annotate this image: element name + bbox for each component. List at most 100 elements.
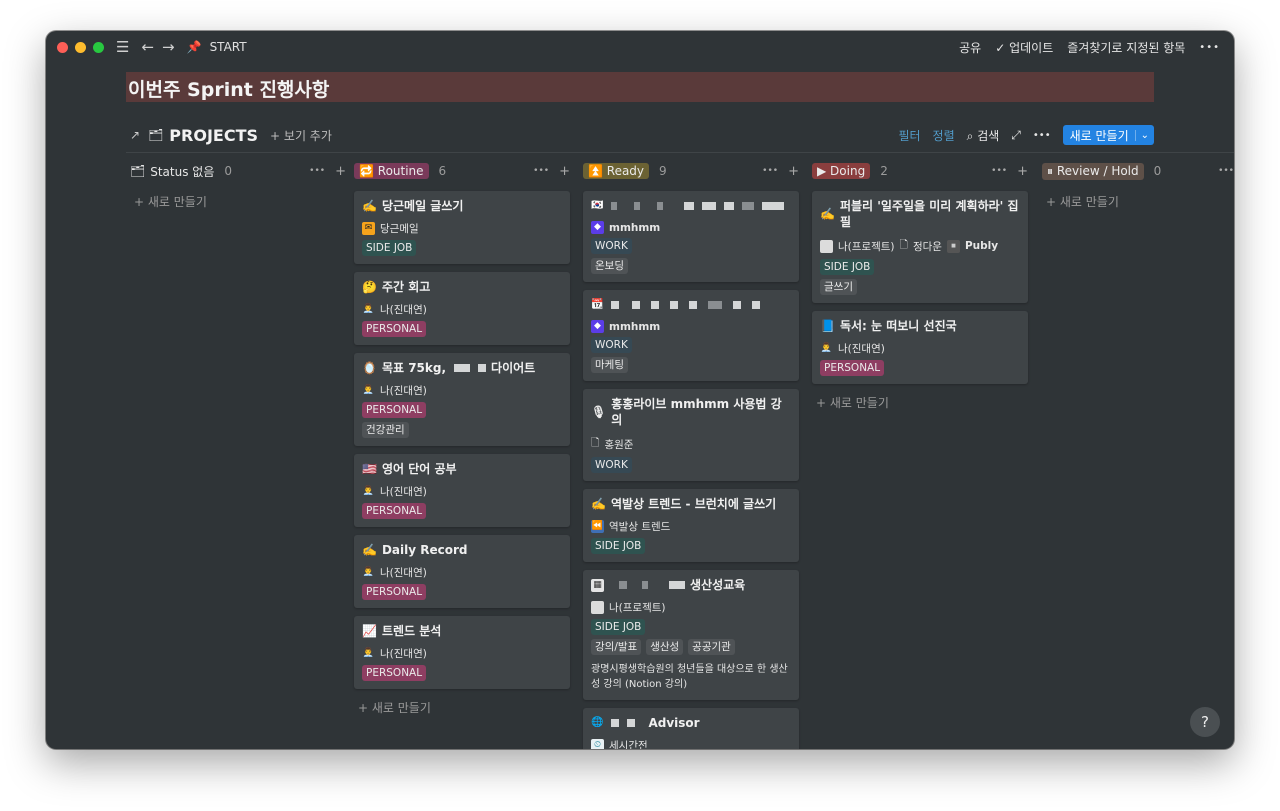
card-tags: PERSONAL [820,360,1020,376]
board-card[interactable]: 📆 ◆ mmhmm WORK 마케팅 [583,290,799,381]
person-label: 나(프로젝트) [609,602,666,614]
board-card[interactable]: 🪞 목표 75kg, 다이어트 👨‍💼 나(진대연) PERSONAL 건강관리 [354,353,570,446]
person-label: Publy [964,240,999,252]
more-options-icon[interactable]: ••• [1199,42,1220,53]
card-title-text: 독서: 눈 떠보니 선진국 [839,319,957,333]
person-label: 나(진대연) [380,304,427,316]
pin-icon: 📌 [186,40,202,54]
close-window-button[interactable] [57,41,68,53]
card-person: ◆ mmhmm [591,320,791,333]
card-title: 🌐 Advisor [591,715,791,731]
app-window: ☰ ← → 📌 START 공유 ✓ 업데이트 즐겨찾기로 지정된 항목 •••… [46,31,1234,749]
tag-productivity: 생산성 [646,639,684,655]
board-card[interactable]: 📈 트렌드 분석 👨‍💼 나(진대연) PERSONAL [354,616,570,689]
card-tags: SIDE JOB [591,619,791,635]
board-card[interactable]: 📘 독서: 눈 떠보니 선진국 👨‍💼 나(진대연) PERSONAL [812,311,1028,384]
column-more-icon[interactable]: ••• [1218,166,1234,176]
zoom-window-button[interactable] [93,41,104,53]
redacted-text [454,364,471,372]
expand-icon[interactable]: ⤢ [1011,128,1021,143]
board-card[interactable]: ▦ 생산성교육 나(프로젝트) SIDE JOB 강의/발표 생산성 공공기관 광… [583,570,799,700]
open-link-arrow-icon[interactable]: ↗ [130,128,140,142]
chevron-down-icon[interactable]: ⌄ [1134,129,1154,141]
carrot-mail-icon: ✉ [362,222,375,235]
column-header[interactable]: ⏸ Review / Hold 0 ••• [1042,159,1234,183]
column-header[interactable]: 🔁 Routine 6 ••• + [354,159,570,183]
board-card[interactable]: 🇺🇸 영어 단어 공부 👨‍💼 나(진대연) PERSONAL [354,454,570,527]
column-header[interactable]: ⏫ Ready 9 ••• + [583,159,799,183]
card-tags: WORK [591,238,791,254]
column-more-icon[interactable]: ••• [991,166,1007,176]
person-label: 나(프로젝트) [838,240,895,253]
share-button[interactable]: 공유 [959,39,981,56]
board-card[interactable]: 🎙 홍홍라이브 mmhmm 사용법 강의 🗋 홍원준 WORK [583,389,799,481]
card-tags-secondary: 글쓰기 [820,279,1020,295]
person-label: 역발상 트렌드 [609,521,671,533]
board-card[interactable]: ✍️ Daily Record 👨‍💼 나(진대연) PERSONAL [354,535,570,608]
search-icon: ⌕ [966,128,974,143]
avatar: 👨‍💼 [362,304,375,314]
tag-personal: PERSONAL [362,321,427,337]
card-title-text: 생산성교육 [690,578,746,592]
card-tags: SIDE JOB [591,538,791,554]
sidebar-toggle-icon[interactable]: ☰ [116,38,129,56]
board-card[interactable]: ✍️ 역발상 트렌드 - 브런치에 글쓰기 ⏪ 역발상 트렌드 SIDE JOB [583,489,799,562]
column-header[interactable]: ▶ Doing 2 ••• + [812,159,1028,183]
new-card-button[interactable]: + 새로 만들기 [812,394,1028,411]
column-header[interactable]: 🗂 Status 없음 0 ••• + [130,159,346,183]
back-arrow-icon[interactable]: ← [141,38,154,56]
new-card-button[interactable]: + 새로 만들기 [130,193,346,210]
window-controls [57,41,104,53]
card-tags: WORK [591,337,791,353]
board-card[interactable]: 🌐 Advisor ⏲ 세시간전 [583,708,799,749]
tag-personal: PERSONAL [362,402,427,418]
card-person: 나(프로젝트) 🗋 정다운 ■ Publy [820,237,1020,255]
filter-button[interactable]: 필터 [898,127,920,144]
column-add-icon[interactable]: + [559,164,570,179]
new-card-button[interactable]: + 새로 만들기 [1042,193,1234,210]
column-title: Routine [377,164,424,178]
card-tags: WORK [591,457,791,473]
page-icon: 🗋 [591,437,600,449]
person-label: mmhmm [609,221,661,234]
board-card[interactable]: 🇰🇷 ◆ mmhmm WORK 온보딩 [583,191,799,282]
writing-icon: ✍️ [362,543,377,557]
favorites-button[interactable]: 즐겨찾기로 지정된 항목 [1067,39,1185,56]
board-column-ready: ⏫ Ready 9 ••• + 🇰🇷 ◆ mmhmm WORK 온보딩 📆 ◆ mmh… [583,159,799,749]
help-button[interactable]: ? [1190,707,1220,737]
board-card[interactable]: 🤔 주간 회고 👨‍💼 나(진대연) PERSONAL [354,272,570,345]
card-person: 👨‍💼 나(진대연) [820,341,1020,356]
add-view-button[interactable]: + 보기 추가 [270,127,332,144]
new-button[interactable]: 새로 만들기 ⌄ [1062,125,1154,145]
avatar: 👨‍💼 [362,648,375,658]
tag-onboarding: 온보딩 [591,258,628,274]
column-add-icon[interactable]: + [1017,164,1028,179]
column-more-icon[interactable]: ••• [533,166,549,176]
tag-work: WORK [591,337,632,353]
column-more-icon[interactable]: ••• [309,166,325,176]
view-options-icon[interactable]: ••• [1033,130,1051,141]
board-card[interactable]: ✍️ 당근메일 글쓰기 ✉ 당근메일 SIDE JOB [354,191,570,264]
status-badge: ▶ Doing [812,163,871,179]
database-title[interactable]: PROJECTS [169,126,258,145]
minimize-window-button[interactable] [75,41,86,53]
card-title-text: 트렌드 분석 [381,624,442,638]
column-add-icon[interactable]: + [788,164,799,179]
person-label: 홍원준 [604,438,634,451]
tag-side-job: SIDE JOB [591,619,646,635]
sort-button[interactable]: 정렬 [933,127,955,144]
page-title[interactable]: START [210,40,247,54]
avatar: 👨‍💼 [362,486,375,496]
logo-icon: ▦ [591,578,604,592]
column-more-icon[interactable]: ••• [762,166,778,176]
tag-writing: 글쓰기 [820,279,857,295]
updates-button[interactable]: ✓ 업데이트 [995,39,1053,56]
board-card[interactable]: ✍️ 퍼블리 '일주일을 미리 계획하라' 집필 나(프로젝트) 🗋 정다운 ■ Pu… [812,191,1028,303]
search-button[interactable]: ⌕ 검색 [967,127,1000,144]
column-add-icon[interactable]: + [335,164,346,179]
book-icon: 📘 [820,319,835,333]
new-card-button[interactable]: + 새로 만들기 [354,699,570,716]
banner-title[interactable]: 이번주 Sprint 진행사항 [128,75,329,102]
forward-arrow-icon[interactable]: → [162,38,175,56]
card-tags-secondary: 온보딩 [591,258,791,274]
